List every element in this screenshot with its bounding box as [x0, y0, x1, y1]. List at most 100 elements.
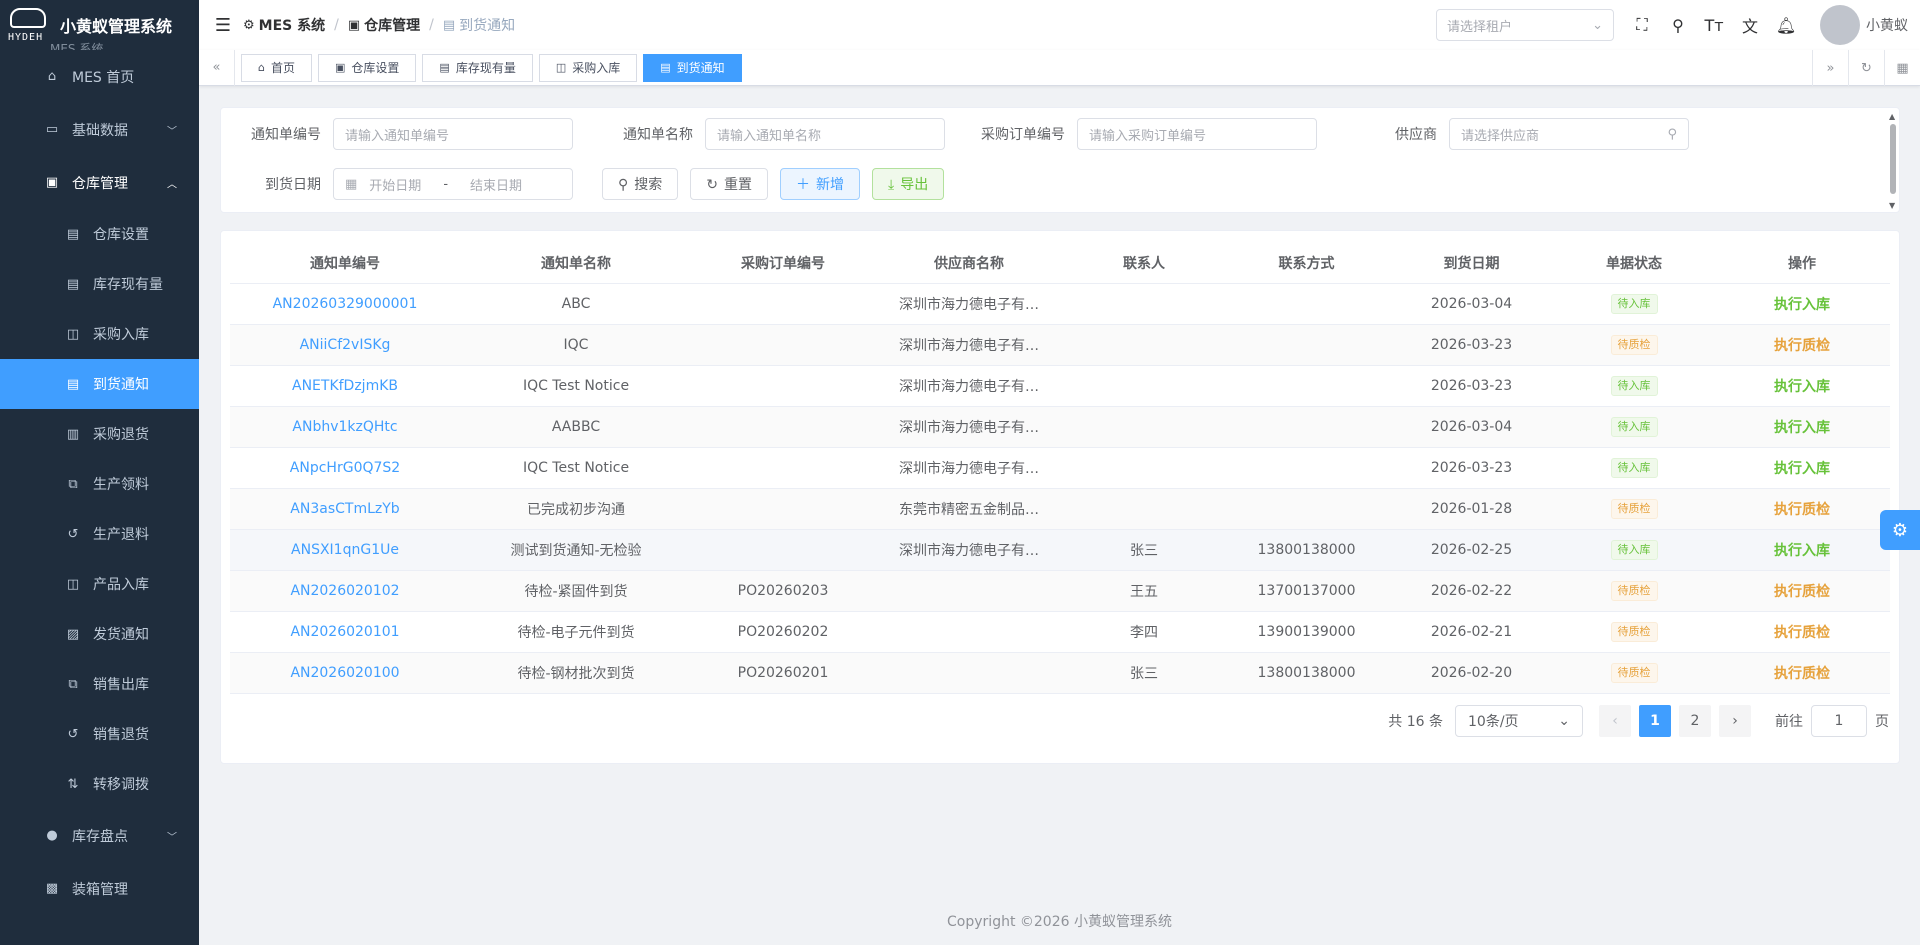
sidebar-item-1[interactable]: ▭ 基础数据 ﹀ [0, 103, 199, 156]
add-button[interactable]: ＋新增 [780, 168, 860, 200]
breadcrumb-item-warehouse[interactable]: ▣ 仓库管理 [348, 15, 420, 35]
export-button[interactable]: ⤓ 导出 [872, 168, 945, 200]
notice-code-input[interactable]: 请输入通知单编号 [333, 118, 573, 150]
tag-0[interactable]: ⌂ 首页 [241, 53, 312, 82]
row-action-link[interactable]: 执行质检 [1774, 338, 1830, 354]
notice-code-link[interactable]: ANSXI1qnG1Ue [291, 542, 399, 558]
next-page-button[interactable]: › [1719, 705, 1751, 737]
sidebar-item-6[interactable]: ▤ 到货通知 [0, 359, 199, 409]
notice-code-link[interactable]: ANpcHrG0Q7S2 [290, 460, 400, 476]
status-badge: 待入库 [1610, 375, 1658, 396]
language-icon[interactable]: 文 [1732, 0, 1768, 50]
tag-1[interactable]: ▣ 仓库设置 [318, 53, 417, 82]
sidebar-item-4[interactable]: ▤ 库存现有量 [0, 259, 199, 309]
sidebar-item-15[interactable]: ● 库存盘点 ﹀ [0, 809, 199, 862]
column-header: 通知单名称 [460, 243, 692, 284]
sidebar-item-9[interactable]: ↺ 生产退料 [0, 509, 199, 559]
sidebar-item-16[interactable]: ▩ 装箱管理 [0, 862, 199, 915]
font-size-icon[interactable]: Tт [1696, 0, 1732, 50]
total-count: 共 16 条 [1388, 714, 1443, 730]
table-row[interactable]: AN2026020101 待检-电子元件到货 PO20260202 李四 1390013… [230, 611, 1890, 653]
table-row[interactable]: ANpcHrG0Q7S2 IQC Test Notice 深圳市海力德电子有… 202… [230, 447, 1890, 489]
date-end[interactable]: 结束日期 [470, 175, 522, 194]
sidebar-item-5[interactable]: ◫ 采购入库 [0, 309, 199, 359]
hamburger-icon[interactable]: ☰ [203, 0, 243, 50]
avatar[interactable] [1820, 5, 1860, 45]
sidebar-item-2[interactable]: ▣ 仓库管理 ︿ [0, 156, 199, 209]
sidebar-item-3[interactable]: ▤ 仓库设置 [0, 209, 199, 259]
prev-page-button[interactable]: ‹ [1599, 705, 1631, 737]
column-header: 采购订单编号 [692, 243, 874, 284]
page-size-select[interactable]: 10条/页 ⌄ [1455, 705, 1583, 737]
table-row[interactable]: ANiiCf2vISKg IQC 深圳市海力德电子有… 2026-03-23 待质检 执行… [230, 324, 1890, 366]
column-header: 单据状态 [1554, 243, 1714, 284]
row-action-link[interactable]: 执行质检 [1774, 502, 1830, 518]
sidebar-item-10[interactable]: ◫ 产品入库 [0, 559, 199, 609]
notice-code-link[interactable]: AN2026020100 [290, 665, 399, 681]
scroll-down-icon[interactable]: ▼ [1889, 201, 1895, 210]
sidebar-item-8[interactable]: ⧉ 生产领料 [0, 459, 199, 509]
notice-name-input[interactable]: 请输入通知单名称 [705, 118, 945, 150]
scroll-up-icon[interactable]: ▲ [1889, 112, 1895, 121]
row-action-link[interactable]: 执行质检 [1774, 666, 1830, 682]
tag-2[interactable]: ▤ 库存现有量 [422, 53, 533, 82]
notice-code-link[interactable]: AN2026020102 [290, 583, 399, 599]
page-1-button[interactable]: 1 [1639, 705, 1671, 737]
row-action-link[interactable]: 执行质检 [1774, 584, 1830, 600]
grid-menu-icon[interactable]: ▦ [1884, 50, 1920, 86]
logo-row[interactable]: HYDEH 小黄蚁管理系统 MES 系统 [0, 0, 199, 50]
tags-scroll-left-icon[interactable]: « [199, 49, 235, 86]
sidebar-item-14[interactable]: ⇅ 转移调拨 [0, 759, 199, 809]
search-button[interactable]: ⚲ 搜索 [602, 168, 679, 200]
refresh-icon[interactable]: ↻ [1848, 50, 1884, 86]
bell-icon[interactable]: 🔔︎ [1768, 0, 1804, 50]
tag-4[interactable]: ▤ 到货通知 [643, 53, 742, 82]
goto-page-input[interactable]: 1 [1811, 705, 1867, 737]
table-row[interactable]: AN3asCTmLzYb 已完成初步沟通 东莞市精密五金制品… 2026-01-28 待… [230, 488, 1890, 530]
settings-gear-icon[interactable]: ⚙ [1880, 510, 1920, 550]
row-action-link[interactable]: 执行入库 [1774, 543, 1830, 559]
po-code-input[interactable]: 请输入采购订单编号 [1077, 118, 1317, 150]
status-badge: 待入库 [1610, 293, 1658, 314]
date-range-picker[interactable]: ▦ 开始日期 - 结束日期 [333, 168, 573, 200]
table-row[interactable]: ANSXI1qnG1Ue 测试到货通知-无检验 深圳市海力德电子有… 张三 138001… [230, 529, 1890, 571]
fullscreen-icon[interactable]: ⛶ [1624, 0, 1660, 50]
row-action-link[interactable]: 执行入库 [1774, 461, 1830, 477]
search-icon[interactable]: ⚲ [1660, 0, 1696, 50]
tags-scroll-right-icon[interactable]: » [1812, 50, 1848, 86]
notice-code-link[interactable]: ANiiCf2vISKg [300, 337, 391, 353]
table-row[interactable]: AN20260329000001 ABC 深圳市海力德电子有… 2026-03-04 待… [230, 283, 1890, 325]
page-2-button[interactable]: 2 [1679, 705, 1711, 737]
notice-code-link[interactable]: AN3asCTmLzYb [290, 501, 399, 517]
sidebar-item-0[interactable]: ⌂ MES 首页 [0, 50, 199, 103]
date-start[interactable]: 开始日期 [369, 175, 421, 194]
row-action-link[interactable]: 执行质检 [1774, 625, 1830, 641]
tenant-select[interactable]: 请选择租户 ⌄ [1436, 9, 1614, 41]
tag-3[interactable]: ◫ 采购入库 [538, 53, 638, 82]
row-action-link[interactable]: 执行入库 [1774, 420, 1830, 436]
sidebar-item-13[interactable]: ↺ 销售退货 [0, 709, 199, 759]
table-row[interactable]: AN2026020102 待检-紧固件到货 PO20260203 王五 13700137… [230, 570, 1890, 612]
cell-po: PO20260201 [737, 664, 829, 681]
row-action-link[interactable]: 执行入库 [1774, 379, 1830, 395]
sidebar-item-label: 装箱管理 [72, 881, 128, 898]
table-row[interactable]: AN2026020100 待检-钢材批次到货 PO20260201 张三 1380013… [230, 652, 1890, 694]
document-icon: ▤ [66, 376, 80, 392]
sidebar-item-11[interactable]: ▨ 发货通知 [0, 609, 199, 659]
sidebar-item-12[interactable]: ⧉ 销售出库 [0, 659, 199, 709]
username[interactable]: 小黄蚁 [1866, 15, 1908, 35]
row-action-link[interactable]: 执行入库 [1774, 297, 1830, 313]
notice-code-link[interactable]: ANETKfDzjmKB [292, 378, 398, 394]
table-body: AN20260329000001 ABC 深圳市海力德电子有… 2026-03-04 待… [230, 283, 1890, 694]
breadcrumb-item-mes[interactable]: ⚙ MES 系统 [243, 15, 325, 35]
notice-code-link[interactable]: AN20260329000001 [273, 296, 418, 312]
cell-vendor: 东莞市精密五金制品… [899, 501, 1039, 518]
table-row[interactable]: ANETKfDzjmKB IQC Test Notice 深圳市海力德电子有… 202… [230, 365, 1890, 407]
table-row[interactable]: ANbhv1kzQHtc AABBC 深圳市海力德电子有… 2026-03-04 待入库… [230, 406, 1890, 448]
sidebar-item-7[interactable]: ▥ 采购退货 [0, 409, 199, 459]
vertical-scrollbar[interactable]: ▲ ▼ [1889, 112, 1897, 210]
vendor-select[interactable]: 请选择供应商 ⚲ [1449, 118, 1689, 150]
notice-code-link[interactable]: ANbhv1kzQHtc [292, 419, 397, 435]
reset-button[interactable]: ↻ 重置 [690, 168, 768, 200]
notice-code-link[interactable]: AN2026020101 [290, 624, 399, 640]
